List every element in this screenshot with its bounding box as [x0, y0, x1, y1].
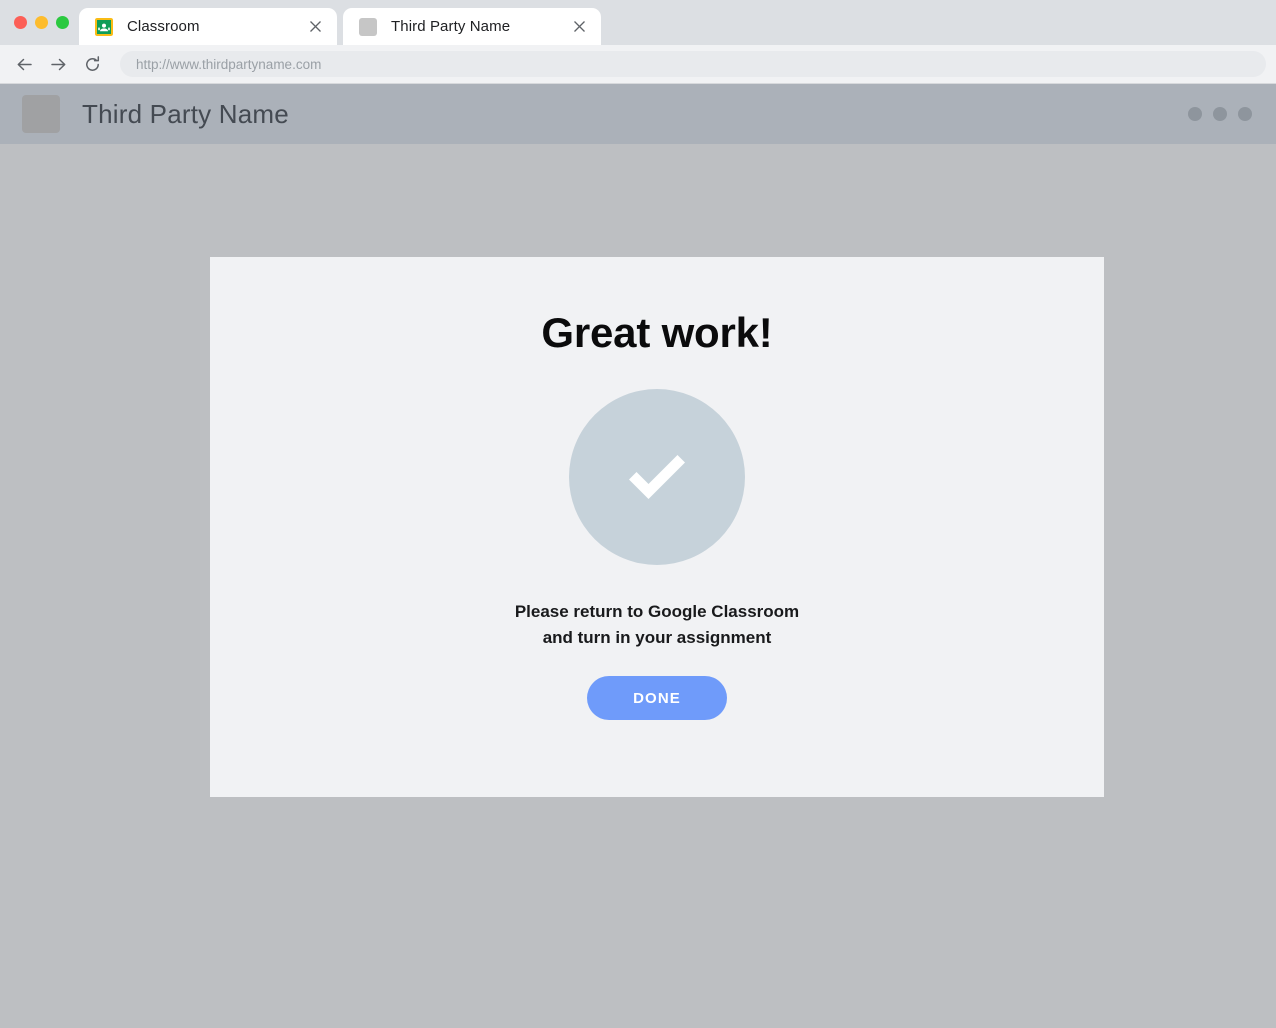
dot-icon [1188, 107, 1202, 121]
tab-strip: Classroom Third Party Name [0, 0, 1276, 45]
checkmark-circle-icon [569, 389, 745, 565]
maximize-window-button[interactable] [56, 16, 69, 29]
dot-icon [1213, 107, 1227, 121]
address-bar[interactable]: http://www.thirdpartyname.com [120, 51, 1266, 77]
placeholder-logo-icon [22, 95, 60, 133]
forward-arrow-icon[interactable] [42, 48, 74, 80]
dot-icon [1238, 107, 1252, 121]
browser-window: Classroom Third Party Name http://www.th… [0, 0, 1276, 1028]
close-icon[interactable] [569, 17, 589, 37]
google-classroom-icon [95, 17, 113, 36]
tab-title: Classroom [127, 18, 200, 35]
page-title: Great work! [541, 309, 773, 356]
page-body: Great work! Please return to Google Clas… [0, 144, 1276, 1028]
instruction-message: Please return to Google Classroom and tu… [515, 599, 799, 651]
tab-title: Third Party Name [391, 18, 511, 35]
minimize-window-button[interactable] [35, 16, 48, 29]
done-button[interactable]: DONE [587, 676, 727, 720]
close-icon[interactable] [305, 17, 325, 37]
back-arrow-icon[interactable] [8, 48, 40, 80]
tab-classroom[interactable]: Classroom [79, 8, 337, 45]
completion-card: Great work! Please return to Google Clas… [210, 257, 1104, 797]
close-window-button[interactable] [14, 16, 27, 29]
site-header: Third Party Name [0, 84, 1276, 144]
browser-toolbar: http://www.thirdpartyname.com [0, 45, 1276, 84]
site-title: Third Party Name [82, 98, 289, 129]
page-viewport: Third Party Name Great work! Please retu… [0, 84, 1276, 1028]
tab-third-party-name[interactable]: Third Party Name [343, 8, 601, 45]
instruction-line-1: Please return to Google Classroom [514, 602, 800, 621]
address-bar-text: http://www.thirdpartyname.com [136, 56, 322, 72]
placeholder-square-icon [359, 17, 377, 36]
instruction-line-2: and turn in your assignment [542, 628, 772, 647]
header-dots [1188, 107, 1252, 121]
window-controls [8, 0, 79, 45]
reload-icon[interactable] [76, 48, 108, 80]
